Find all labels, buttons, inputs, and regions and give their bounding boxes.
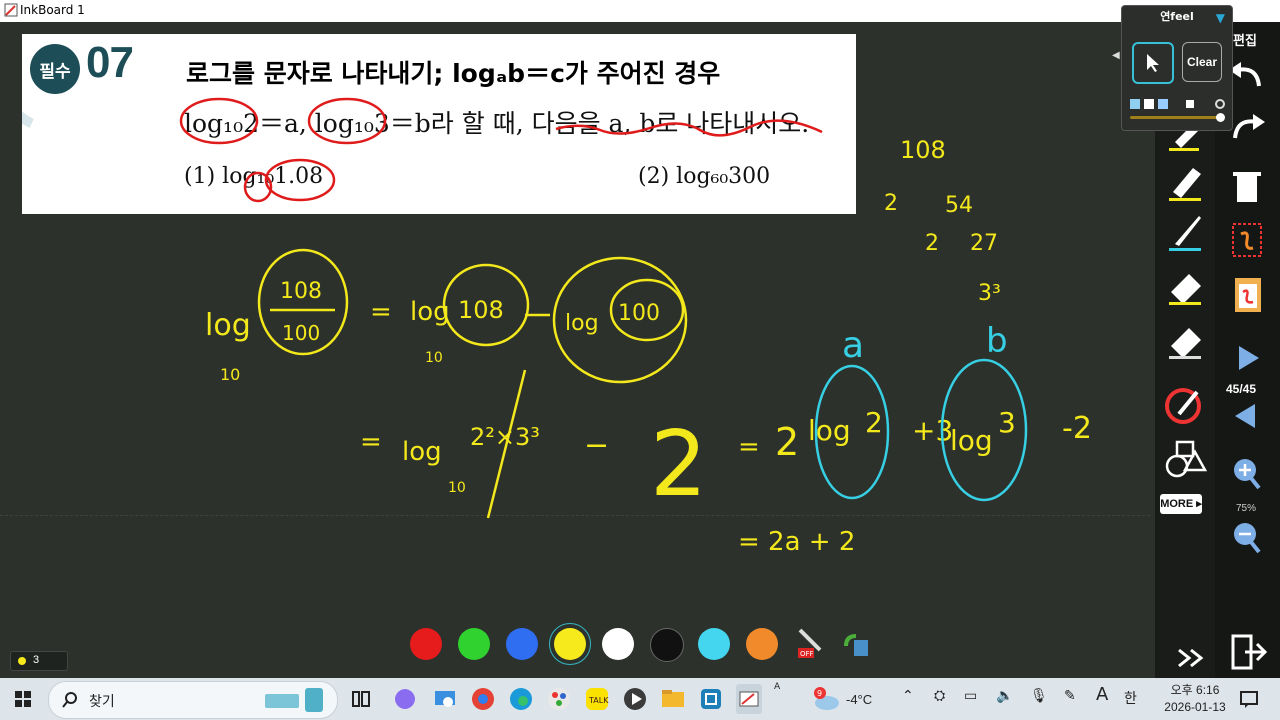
swatch-red[interactable]: [410, 628, 442, 660]
clock-date: 2026-01-13: [1164, 700, 1226, 714]
slider-knob[interactable]: [1216, 113, 1225, 122]
mic-app-icon[interactable]: ⛭: [934, 688, 945, 704]
opacity-slider[interactable]: [1130, 113, 1225, 122]
previous-page-icon[interactable]: [1223, 396, 1271, 436]
next-page-icon[interactable]: [1223, 338, 1271, 378]
cursor-button[interactable]: [1132, 42, 1174, 84]
language-indicator[interactable]: 한: [1124, 688, 1137, 708]
clock[interactable]: 오후 6:16 2026-01-13: [1160, 682, 1230, 716]
volume-icon[interactable]: 🔈: [996, 688, 1013, 704]
file-search-icon[interactable]: [428, 682, 462, 716]
chevron-up-icon[interactable]: ⌃: [902, 688, 914, 704]
trash-icon[interactable]: [1223, 166, 1271, 206]
edit-label[interactable]: 편집: [1233, 30, 1257, 49]
weather-widget[interactable]: 9 -4°C: [812, 683, 882, 715]
guide-line: [0, 515, 1150, 516]
page-dot-icon: [18, 657, 26, 665]
inkboard-taskbar-icon[interactable]: [732, 682, 766, 716]
notification-icon[interactable]: [1232, 682, 1266, 716]
problem-card: 필수 07 로그를 문자로 나타내기; logₐb＝c가 주어진 경우 log₁…: [22, 34, 856, 214]
shapes-icon[interactable]: [1161, 436, 1209, 480]
ime-indicator[interactable]: A: [774, 682, 780, 693]
task-view-icon[interactable]: [344, 682, 378, 716]
swatch-blue[interactable]: [506, 628, 538, 660]
collapse-arrow-icon[interactable]: ◀: [1112, 50, 1120, 61]
collapse-icon[interactable]: [1175, 646, 1211, 670]
required-badge: 필수: [30, 44, 80, 94]
swatch-custom-icon[interactable]: [746, 628, 778, 660]
edge-icon[interactable]: [504, 682, 538, 716]
chevron-down-icon[interactable]: ▼: [1216, 11, 1225, 25]
search-highlight-icon: [265, 688, 323, 712]
inkboard-app-icon: [4, 3, 18, 17]
explorer-icon[interactable]: [656, 682, 690, 716]
swatch-black[interactable]: [650, 628, 684, 662]
recycle-icon[interactable]: [836, 626, 872, 662]
svg-text:TALK: TALK: [588, 696, 609, 705]
zoom-level: 75%: [1236, 503, 1257, 514]
stroke-eraser-icon[interactable]: [1161, 318, 1209, 362]
app-icon-blue[interactable]: [694, 682, 728, 716]
paste-page-icon[interactable]: [1223, 274, 1271, 314]
window-title: InkBoard 1: [20, 3, 85, 17]
cursor-icon: [1147, 54, 1159, 72]
taskbar-search[interactable]: 찾기: [48, 681, 338, 719]
search-icon: [62, 692, 77, 708]
battery-icon[interactable]: ▭: [964, 688, 977, 704]
add-page-icon[interactable]: [1223, 220, 1271, 260]
eraser-icon[interactable]: [1161, 264, 1209, 308]
zoom-out-icon[interactable]: [1223, 518, 1271, 558]
search-label: 찾기: [89, 694, 115, 710]
media-player-icon[interactable]: [618, 682, 652, 716]
more-button[interactable]: MORE ▸: [1160, 494, 1202, 514]
weather-badge: 9: [817, 689, 822, 698]
swatch-green[interactable]: [458, 628, 490, 660]
page-counter[interactable]: 3: [10, 651, 68, 671]
svg-text:OFF: OFF: [800, 650, 814, 658]
zoom-in-icon[interactable]: [1223, 454, 1271, 494]
pen-icon[interactable]: ✎: [1064, 688, 1076, 704]
cloud-icon: 9: [814, 687, 839, 710]
color-palette: OFF: [404, 623, 884, 668]
brush-icon[interactable]: [1161, 210, 1209, 254]
taskbar: 찾기 TALK A 9 -4°C ⌃ ⛭ ▭ 🔈 🎙 ✎ A 한 오후 6:16…: [0, 678, 1280, 720]
copilot-icon[interactable]: [388, 682, 422, 716]
ime-label: A: [774, 682, 781, 692]
clock-time: 오후 6:16: [1170, 683, 1220, 697]
close-icon[interactable]: ✕: [1244, 2, 1264, 21]
problem-condition: log₁₀2＝a, log₁₀3＝b라 할 때, 다음을 a, b로 나타내시오…: [184, 109, 810, 138]
swatch-yellow[interactable]: [549, 623, 591, 665]
paint-icon[interactable]: [542, 682, 576, 716]
pen-settings-popup: 연feel ▼ Clear: [1121, 5, 1233, 131]
title-bar: InkBoard 1: [0, 0, 1280, 22]
color-picker-icon[interactable]: [1161, 384, 1209, 428]
kakaotalk-icon[interactable]: TALK: [580, 682, 614, 716]
font-icon[interactable]: A: [1096, 684, 1108, 705]
problem-heading: 로그를 문자로 나타내기; logₐb＝c가 주어진 경우: [186, 59, 721, 88]
swatch-white[interactable]: [602, 628, 634, 660]
chrome-icon[interactable]: [466, 682, 500, 716]
page-counter-label: 3: [33, 654, 40, 666]
pen-off-icon[interactable]: OFF: [792, 626, 828, 662]
popup-mini-icons[interactable]: [1128, 98, 1226, 110]
start-icon[interactable]: [6, 682, 40, 716]
marker-icon[interactable]: [1161, 160, 1209, 204]
weather-temp: -4°C: [846, 692, 873, 707]
clear-button[interactable]: Clear: [1182, 42, 1222, 82]
problem-item-2: (2) log₆₀300: [638, 164, 771, 189]
page-indicator: 45/45: [1226, 382, 1257, 396]
problem-item-1: (1) log₁₀1.08: [184, 164, 324, 189]
exit-icon[interactable]: [1223, 632, 1271, 672]
microphone-icon[interactable]: 🎙: [1030, 688, 1048, 704]
problem-number: 07: [86, 38, 134, 87]
swatch-cyan[interactable]: [698, 628, 730, 660]
